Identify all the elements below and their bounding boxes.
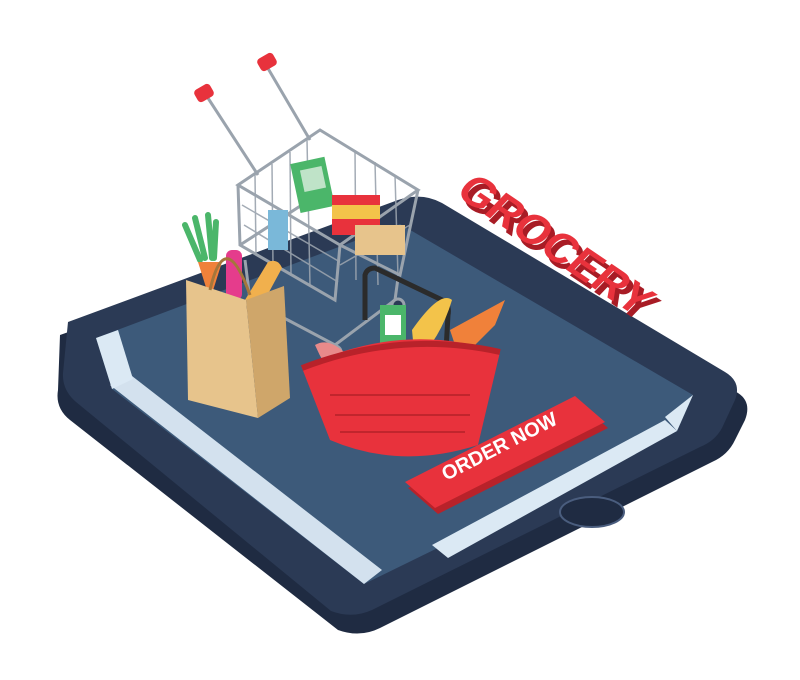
grocery-illustration: ORDER NOW GROCERY GROCERY: [57, 52, 748, 634]
home-button-icon[interactable]: [559, 496, 625, 528]
